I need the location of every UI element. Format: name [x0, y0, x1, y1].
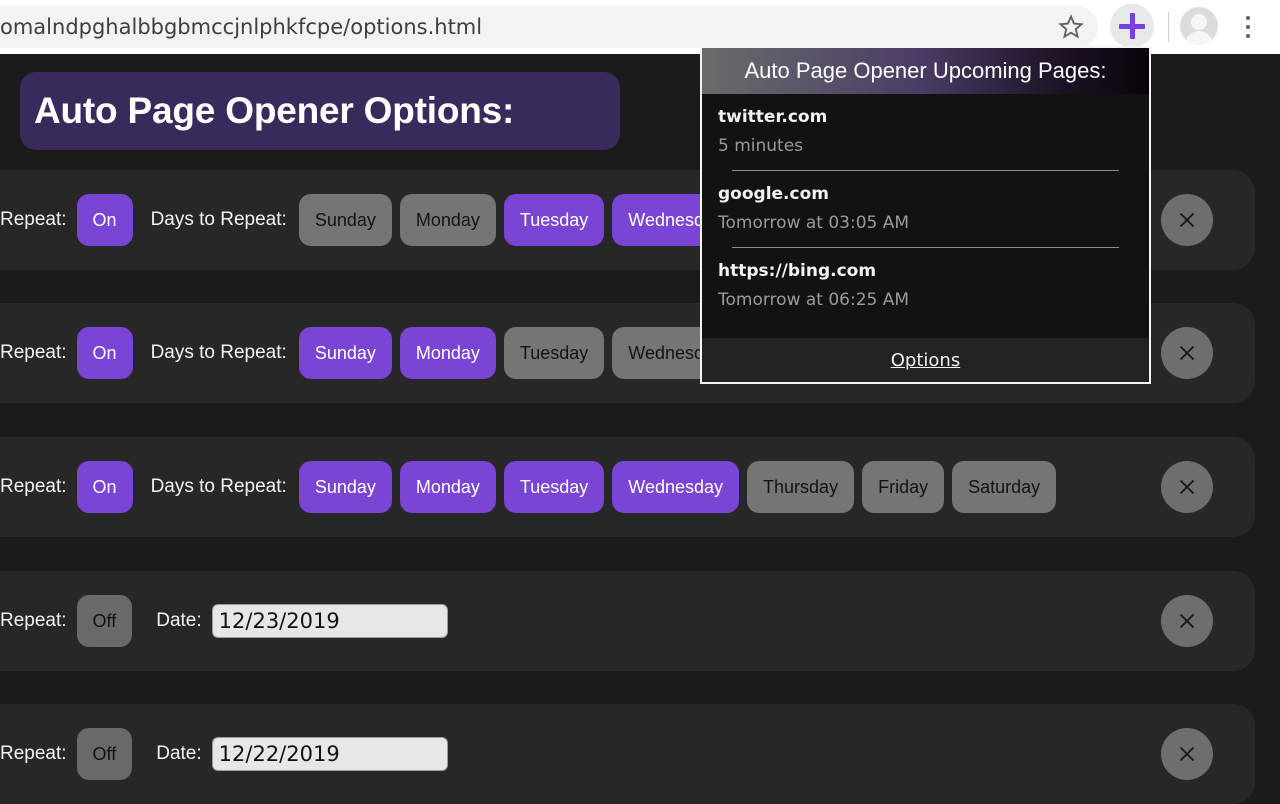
days-to-repeat-label: Days to Repeat: — [150, 476, 287, 497]
popup-item-url: https://bing.com — [718, 261, 877, 281]
menu-dot-2 — [1246, 25, 1250, 29]
day-button-monday[interactable]: Monday — [399, 461, 496, 513]
three-dot-menu-icon[interactable] — [1238, 12, 1258, 42]
repeat-label: Repeat: — [0, 476, 67, 497]
day-button-tuesday[interactable]: Tuesday — [503, 461, 605, 513]
extension-popup: Auto Page Opener Upcoming Pages: twitter… — [700, 46, 1151, 384]
repeat-label: Repeat: — [0, 610, 67, 631]
close-icon — [1179, 212, 1195, 228]
repeat-toggle-button[interactable]: On — [76, 194, 133, 246]
day-button-tuesday[interactable]: Tuesday — [503, 327, 605, 379]
delete-row-button[interactable] — [1161, 461, 1213, 513]
day-button-thursday[interactable]: Thursday — [747, 461, 855, 513]
day-button-sunday[interactable]: Sunday — [298, 194, 392, 246]
row-content: Repeat: Off Date: — [0, 571, 1231, 671]
popup-item-url: google.com — [718, 184, 829, 204]
date-label: Date: — [156, 743, 202, 764]
profile-avatar-icon[interactable] — [1180, 7, 1218, 45]
repeat-toggle-button[interactable]: On — [76, 461, 133, 513]
menu-dot-1 — [1246, 16, 1250, 20]
address-bar-url: omalndpghalbbgbmccjnlphkfcpe/options.htm… — [0, 15, 483, 39]
popup-upcoming-list: twitter.com 5 minutes google.com Tomorrow a… — [702, 94, 1149, 340]
day-button-monday[interactable]: Monday — [399, 194, 496, 246]
puzzle-plus-icon[interactable] — [1110, 4, 1154, 48]
delete-row-button[interactable] — [1161, 595, 1213, 647]
schedule-row: Repeat: Off Date: — [0, 704, 1255, 804]
popup-list-item[interactable]: google.com Tomorrow at 03:05 AM — [718, 171, 1133, 233]
day-button-sunday[interactable]: Sunday — [298, 461, 392, 513]
menu-dot-3 — [1246, 34, 1250, 38]
date-label: Date: — [156, 610, 202, 631]
days-to-repeat-label: Days to Repeat: — [150, 342, 287, 363]
avatar-head — [1191, 14, 1207, 30]
day-button-saturday[interactable]: Saturday — [952, 461, 1057, 513]
star-icon[interactable] — [1056, 12, 1086, 42]
schedule-row: Repeat: On Days to Repeat: Sunday Monday Tues… — [0, 437, 1255, 537]
popup-item-time: 5 minutes — [718, 136, 804, 156]
days-to-repeat-label: Days to Repeat: — [150, 209, 287, 230]
day-button-sunday[interactable]: Sunday — [298, 327, 392, 379]
toolbar-divider — [1168, 12, 1169, 42]
day-button-friday[interactable]: Friday — [862, 461, 945, 513]
day-button-wednesday[interactable]: Wednesday — [612, 461, 740, 513]
avatar-body — [1185, 31, 1213, 45]
schedule-row: Repeat: Off Date: — [0, 571, 1255, 671]
popup-header-title: Auto Page Opener Upcoming Pages: — [702, 48, 1149, 94]
repeat-label: Repeat: — [0, 342, 67, 363]
row-content: Repeat: On Days to Repeat: Sunday Monday Tues… — [0, 437, 1231, 537]
page-title: Auto Page Opener Options: — [20, 72, 620, 150]
date-input[interactable] — [211, 737, 448, 771]
repeat-label: Repeat: — [0, 209, 67, 230]
day-button-monday[interactable]: Monday — [399, 327, 496, 379]
popup-list-item[interactable]: https://bing.com Tomorrow at 06:25 AM — [718, 248, 1133, 310]
popup-options-link[interactable]: Options — [891, 350, 960, 371]
delete-row-button[interactable] — [1161, 728, 1213, 780]
repeat-toggle-button[interactable]: Off — [76, 728, 133, 780]
repeat-toggle-button[interactable]: Off — [76, 595, 133, 647]
plus-vertical-bar — [1129, 13, 1135, 39]
day-button-tuesday[interactable]: Tuesday — [503, 194, 605, 246]
close-icon — [1179, 479, 1195, 495]
popup-item-time: Tomorrow at 06:25 AM — [718, 290, 910, 310]
popup-item-time: Tomorrow at 03:05 AM — [718, 213, 910, 233]
close-icon — [1179, 345, 1195, 361]
repeat-toggle-button[interactable]: On — [76, 327, 133, 379]
close-icon — [1179, 746, 1195, 762]
date-input[interactable] — [211, 604, 448, 638]
close-icon — [1179, 613, 1195, 629]
address-bar[interactable]: omalndpghalbbgbmccjnlphkfcpe/options.htm… — [0, 6, 1098, 48]
delete-row-button[interactable] — [1161, 194, 1213, 246]
popup-list-item[interactable]: twitter.com 5 minutes — [718, 94, 1133, 156]
popup-item-url: twitter.com — [718, 107, 828, 127]
delete-row-button[interactable] — [1161, 327, 1213, 379]
popup-footer: Options — [702, 338, 1149, 382]
row-content: Repeat: Off Date: — [0, 704, 1231, 804]
repeat-label: Repeat: — [0, 743, 67, 764]
